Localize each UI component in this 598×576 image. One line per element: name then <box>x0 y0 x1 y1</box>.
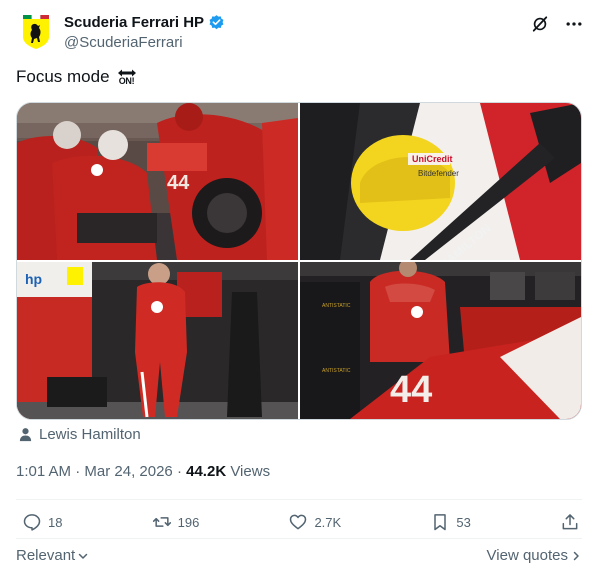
crew-member-photo: hp <box>17 262 298 419</box>
svg-text:Bitdefender: Bitdefender <box>418 169 459 178</box>
user-handle[interactable]: @ScuderiaFerrari <box>64 34 225 51</box>
svg-text:ANTISTATIC: ANTISTATIC <box>322 368 351 374</box>
divider-top <box>16 499 582 500</box>
tagged-user-name: Lewis Hamilton <box>39 426 141 443</box>
ferrari-shield-icon <box>23 15 49 49</box>
photo-crew-member[interactable]: hp <box>17 262 298 419</box>
like-count: 2.7K <box>314 514 342 530</box>
views-label: Views <box>230 463 271 480</box>
photo-pit-crew[interactable]: 44 <box>17 103 298 260</box>
tweet-time[interactable]: 1:01 AM <box>16 463 71 480</box>
car-44-photo: ANTISTATIC ANTISTATIC 44 <box>300 262 581 419</box>
chevron-right-icon <box>573 551 579 560</box>
replies-footer: Relevant View quotes <box>16 547 582 564</box>
person-icon <box>19 428 32 442</box>
display-name[interactable]: Scuderia Ferrari HP <box>64 14 204 31</box>
views-count: 44.2K <box>186 463 227 480</box>
heart-icon <box>290 514 307 530</box>
reply-icon <box>23 514 41 531</box>
share-icon <box>562 514 578 530</box>
reply-button[interactable]: 18 <box>22 512 62 532</box>
media-grid: 44 UniCredit Bitdefender L.HAMILTON hp A… <box>16 102 582 420</box>
bookmark-count: 53 <box>456 514 471 530</box>
repost-count: 196 <box>177 514 200 530</box>
on-arrow-emoji: ON! <box>116 66 138 88</box>
grok-icon[interactable] <box>530 14 550 34</box>
like-button[interactable]: 2.7K <box>288 512 341 532</box>
svg-text:UniCredit: UniCredit <box>412 154 453 164</box>
verified-badge-icon <box>209 15 224 30</box>
view-quotes-link[interactable]: View quotes <box>487 547 582 564</box>
sort-label: Relevant <box>16 547 76 564</box>
meta-separator: · <box>75 463 81 480</box>
bookmark-icon <box>434 514 447 531</box>
tagged-user[interactable]: Lewis Hamilton <box>18 426 141 443</box>
photo-yellow-helmet[interactable]: UniCredit Bitdefender L.HAMILTON <box>300 103 581 260</box>
avatar[interactable] <box>16 12 56 52</box>
share-button[interactable] <box>560 512 580 532</box>
view-quotes-label: View quotes <box>486 547 568 564</box>
photo-car-44[interactable]: ANTISTATIC ANTISTATIC 44 <box>300 262 581 419</box>
svg-text:ANTISTATIC: ANTISTATIC <box>322 303 351 309</box>
tweet-date[interactable]: Mar 24, 2026 <box>84 463 172 480</box>
tweet-meta: 1:01 AM · Mar 24, 2026 · 44.2K Views <box>16 463 270 480</box>
sort-dropdown[interactable]: Relevant <box>16 547 89 564</box>
meta-separator-2: · <box>176 463 182 480</box>
chevron-down-icon <box>78 553 88 559</box>
svg-text:hp: hp <box>25 271 42 287</box>
repost-button[interactable]: 196 <box>152 512 200 532</box>
pit-crew-photo: 44 <box>17 103 298 260</box>
repost-icon <box>152 517 171 527</box>
tweet-text: Focus mode ON! <box>16 66 138 88</box>
reply-count: 18 <box>48 514 63 530</box>
car-number-text: 44 <box>390 369 432 411</box>
tweet-header: Scuderia Ferrari HP @ScuderiaFerrari <box>16 10 584 54</box>
bookmark-button[interactable]: 53 <box>430 512 471 532</box>
divider-bottom <box>16 538 582 539</box>
tweet-text-content: Focus mode <box>16 67 110 86</box>
more-icon[interactable] <box>564 14 584 34</box>
yellow-helmet-photo: UniCredit Bitdefender L.HAMILTON <box>300 103 581 260</box>
on-emoji-text: ON! <box>118 75 135 86</box>
action-bar: 18 196 2.7K 53 <box>22 512 580 532</box>
svg-text:44: 44 <box>167 172 190 194</box>
